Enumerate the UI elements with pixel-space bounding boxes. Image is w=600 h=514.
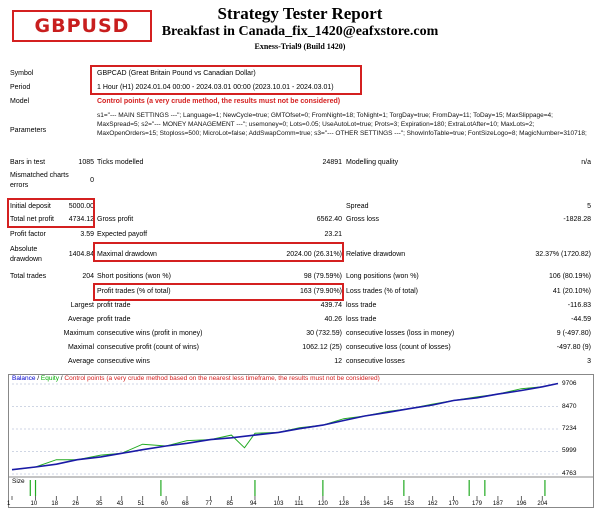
- x-tick-label: 136: [359, 501, 370, 507]
- x-tick-label: 204: [537, 501, 548, 507]
- x-tick-label: 187: [492, 501, 503, 507]
- x-tick-label: 35: [95, 501, 103, 507]
- x-tick-label: 111: [294, 501, 304, 507]
- x-tick-label: 85: [226, 501, 234, 507]
- x-tick-label: 43: [116, 501, 124, 507]
- x-tick-label: 1: [7, 501, 11, 507]
- x-tick-label: 94: [249, 501, 257, 507]
- equity-line: [11, 383, 559, 471]
- x-tick-label: 60: [161, 501, 168, 507]
- x-tick-label: 153: [404, 501, 415, 507]
- x-tick-label: 145: [383, 501, 394, 507]
- x-tick-label: 128: [338, 501, 349, 507]
- x-tick-label: 68: [182, 501, 189, 507]
- x-tick-label: 10: [30, 501, 38, 507]
- x-tick-label: 196: [516, 501, 527, 507]
- x-tick-label: 162: [427, 501, 438, 507]
- x-tick-label: 170: [448, 501, 459, 507]
- x-tick-label: 51: [137, 501, 145, 507]
- y-tick-label: 7234: [562, 425, 577, 432]
- x-tick-label: 26: [72, 501, 79, 507]
- y-tick-label: 9706: [562, 380, 577, 387]
- x-tick-label: 120: [317, 501, 328, 507]
- size-label: Size: [12, 478, 25, 485]
- x-tick-label: 103: [273, 501, 284, 507]
- y-tick-label: 8470: [562, 402, 577, 410]
- chart-plot: [8, 382, 594, 500]
- x-tick-label: 18: [51, 501, 59, 507]
- x-tick-label: 77: [205, 501, 213, 507]
- y-tick-label: 5999: [562, 447, 577, 455]
- y-tick-label: 4763: [562, 470, 577, 477]
- x-tick-label: 179: [472, 501, 483, 507]
